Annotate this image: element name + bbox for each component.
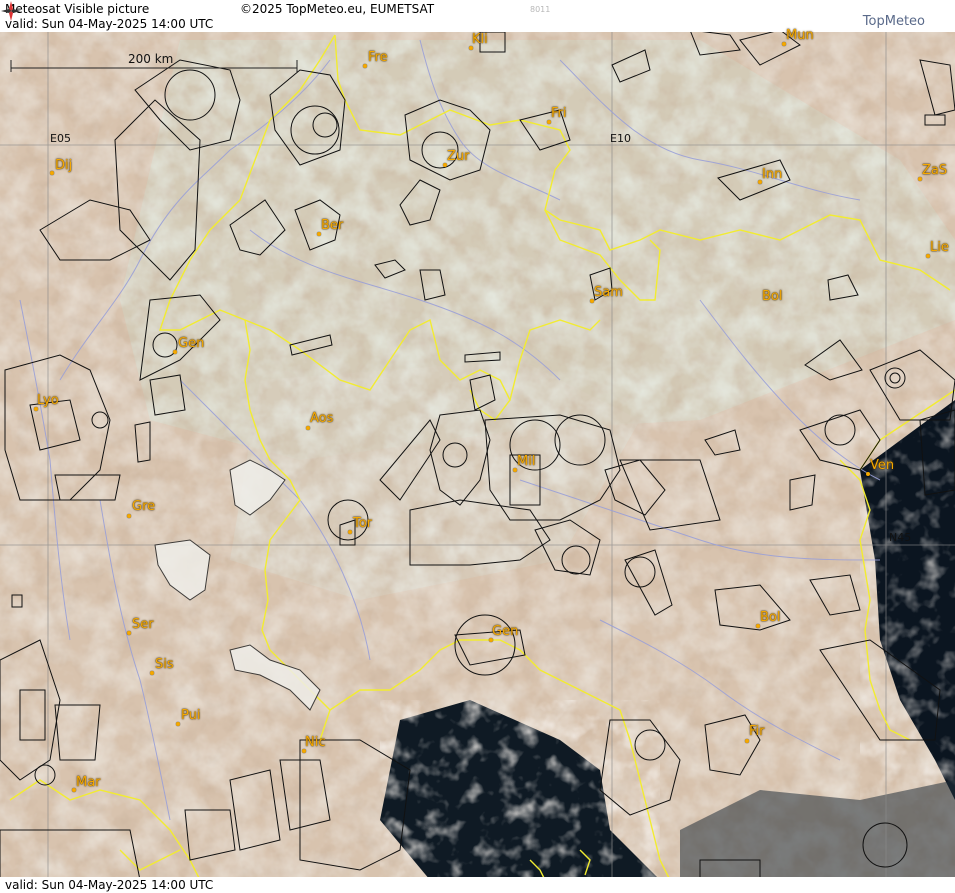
valid-time-top: valid: Sun 04-May-2025 14:00 UTC (5, 17, 214, 31)
city-label: Sam (594, 285, 623, 300)
city-label: Nic (305, 735, 326, 750)
city-dot (176, 722, 180, 726)
city-label: Tor (353, 516, 373, 531)
city-label: Lie (930, 240, 949, 255)
city-label: ZaS (922, 163, 948, 178)
city-label: Fir (749, 724, 765, 739)
city-label: Gre (132, 499, 156, 514)
city-dot (50, 171, 54, 175)
city-dot (745, 739, 749, 743)
city-label: Mil (517, 454, 536, 469)
brand-name[interactable]: TopMeteo (863, 14, 925, 29)
valid-time-bottom: valid: Sun 04-May-2025 14:00 UTC (5, 878, 214, 892)
city-label: Inn (762, 167, 783, 182)
city-label: Gen (178, 336, 205, 351)
city-label: Dij (55, 158, 73, 173)
city-dot (173, 350, 177, 354)
city-label: Bol (762, 289, 783, 304)
city-label: Gen (492, 624, 519, 639)
copyright: ©2025 TopMeteo.eu, EUMETSAT (240, 2, 435, 16)
grid-label-n45: N45 (889, 531, 912, 544)
grid-label-e05: E05 (50, 132, 71, 145)
city-dot (348, 530, 352, 534)
city-label: Ven (870, 458, 895, 473)
city-dot (150, 671, 154, 675)
city-label: Aos (310, 411, 334, 426)
city-dot (127, 631, 131, 635)
city-label: Bol (760, 610, 781, 625)
scale-label: 200 km (128, 52, 174, 66)
city-label: Fri (551, 106, 567, 121)
city-label: Kli (472, 32, 488, 47)
city-label: Fre (368, 50, 388, 65)
city-label: Ber (321, 218, 344, 233)
city-label: Mar (76, 775, 101, 790)
city-label: Lyo (37, 393, 59, 408)
city-dot (127, 514, 131, 518)
city-label: Sis (155, 657, 174, 672)
map-graphics (0, 0, 955, 893)
satellite-map: Meteosat Visible picture valid: Sun 04-M… (0, 0, 955, 893)
city-label: Zur (447, 149, 470, 164)
city-label: Mun (786, 28, 814, 43)
grid-label-e10: E10 (610, 132, 631, 145)
city-label: Ser (132, 617, 154, 632)
image-code: 8011 (530, 5, 551, 14)
compass-logo-icon (1, 1, 21, 21)
map-title: Meteosat Visible picture (5, 2, 150, 16)
city-dot (306, 426, 310, 430)
city-dot (363, 64, 367, 68)
city-label: Pui (181, 708, 201, 723)
